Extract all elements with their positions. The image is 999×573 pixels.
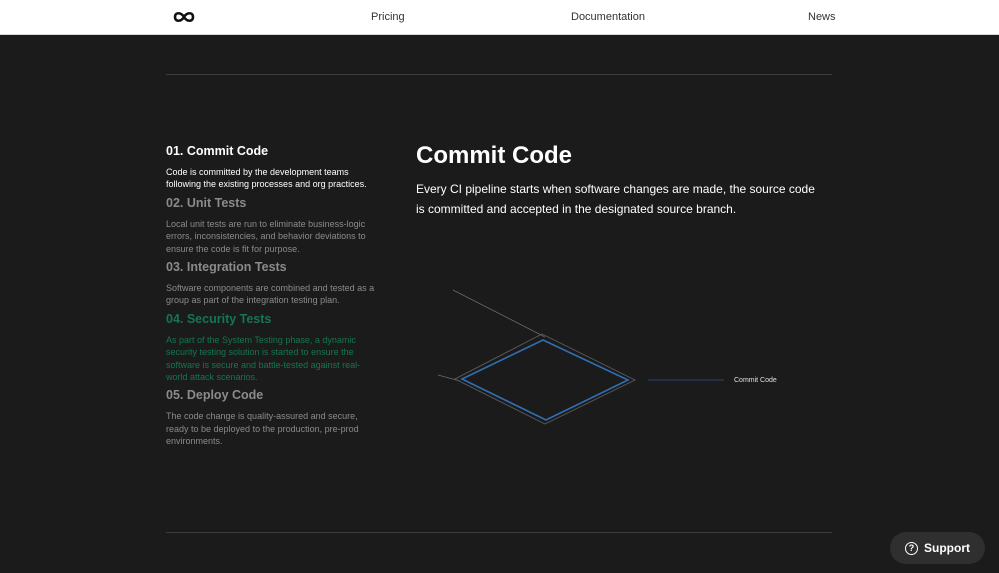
step-description: The code change is quality-assured and s… bbox=[166, 411, 359, 447]
step-title: 01. Commit Code bbox=[166, 144, 269, 158]
step-title: 03. Integration Tests bbox=[166, 260, 287, 275]
step-security-tests[interactable]: 04. Security Tests As part of the System… bbox=[166, 312, 378, 384]
nav-link-news[interactable]: News bbox=[808, 11, 836, 23]
nav-link-documentation[interactable]: Documentation bbox=[571, 11, 645, 23]
step-description: Local unit tests are run to eliminate bu… bbox=[166, 218, 366, 254]
diagram-label: Commit Code bbox=[734, 377, 777, 384]
step-description: As part of the System Testing phase, a d… bbox=[166, 334, 361, 383]
detail-description: Every CI pipeline starts when software c… bbox=[416, 182, 815, 216]
step-title: 05. Deploy Code bbox=[166, 388, 264, 403]
step-description: Code is committed by the development tea… bbox=[166, 167, 367, 190]
step-commit-code[interactable]: 01. Commit Code Code is committed by the… bbox=[166, 144, 378, 191]
step-title: 04. Security Tests bbox=[166, 311, 272, 326]
step-unit-tests[interactable]: 02. Unit Tests Local unit tests are run … bbox=[166, 196, 378, 255]
bottom-divider bbox=[166, 532, 832, 533]
top-divider bbox=[166, 74, 832, 75]
infinity-logo-icon[interactable] bbox=[170, 8, 198, 26]
diagram-inner-plane bbox=[460, 339, 630, 421]
step-title: 02. Unit Tests bbox=[166, 195, 247, 210]
top-navigation: Pricing Documentation News bbox=[0, 0, 999, 35]
pipeline-steps-list: 01. Commit Code Code is committed by the… bbox=[166, 144, 378, 453]
step-integration-tests[interactable]: 03. Integration Tests Software component… bbox=[166, 260, 378, 307]
nav-link-pricing[interactable]: Pricing bbox=[371, 11, 405, 23]
detail-title: Commit Code bbox=[416, 142, 572, 169]
diagram-outer-plane bbox=[454, 333, 637, 425]
step-deploy-code[interactable]: 05. Deploy Code The code change is quali… bbox=[166, 388, 378, 447]
support-button-label: Support bbox=[924, 541, 970, 555]
help-circle-icon: ? bbox=[905, 541, 918, 555]
support-button[interactable]: ? Support bbox=[890, 532, 985, 564]
commit-code-diagram: Commit Code bbox=[437, 289, 777, 425]
diagram-guide-line bbox=[452, 289, 546, 338]
step-description: Software components are combined and tes… bbox=[166, 283, 375, 306]
